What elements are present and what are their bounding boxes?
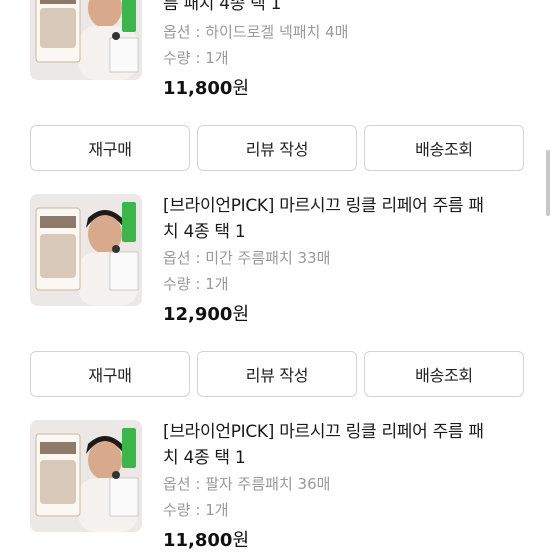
product-price: 11,800원 — [163, 77, 249, 101]
write-review-button[interactable]: 리뷰 작성 — [197, 351, 357, 397]
track-delivery-button[interactable]: 배송조회 — [364, 125, 524, 171]
write-review-button[interactable]: 리뷰 작성 — [197, 125, 357, 171]
product-thumbnail[interactable] — [30, 194, 142, 306]
rebuy-button[interactable]: 재구매 — [30, 351, 190, 397]
product-title[interactable]: [브라이언PICK] 마르시끄 링클 리페어 주름 패치 4종 택 1 — [163, 193, 493, 245]
price-currency: 원 — [232, 78, 250, 99]
product-option: 옵션 : 팔자 주름패치 36매 — [163, 475, 331, 493]
product-option: 옵션 : 하이드로겔 넥패치 4매 — [163, 23, 349, 41]
product-price: 11,800원 — [163, 529, 249, 553]
price-value: 11,800 — [163, 78, 233, 99]
price-value: 12,900 — [163, 304, 233, 325]
product-image — [30, 0, 142, 80]
track-delivery-button[interactable]: 배송조회 — [364, 351, 524, 397]
product-price: 12,900원 — [163, 303, 249, 327]
product-thumbnail[interactable] — [30, 0, 142, 80]
product-title[interactable]: [브라이언PICK] 마르시끄 링클 리페어 주름 패치 4종 택 1 — [163, 419, 493, 471]
scrollbar[interactable] — [546, 150, 550, 216]
product-quantity: 수량 : 1개 — [163, 49, 229, 67]
product-quantity: 수량 : 1개 — [163, 501, 229, 519]
product-quantity: 수량 : 1개 — [163, 275, 229, 293]
product-image — [30, 420, 142, 532]
price-currency: 원 — [232, 530, 250, 551]
product-image — [30, 194, 142, 306]
product-thumbnail[interactable] — [30, 420, 142, 532]
rebuy-button[interactable]: 재구매 — [30, 125, 190, 171]
price-currency: 원 — [232, 304, 250, 325]
price-value: 11,800 — [163, 530, 233, 551]
product-option: 옵션 : 미간 주름패치 33매 — [163, 249, 331, 267]
product-title-partial[interactable]: 름 패치 4종 택 1 — [163, 0, 493, 17]
